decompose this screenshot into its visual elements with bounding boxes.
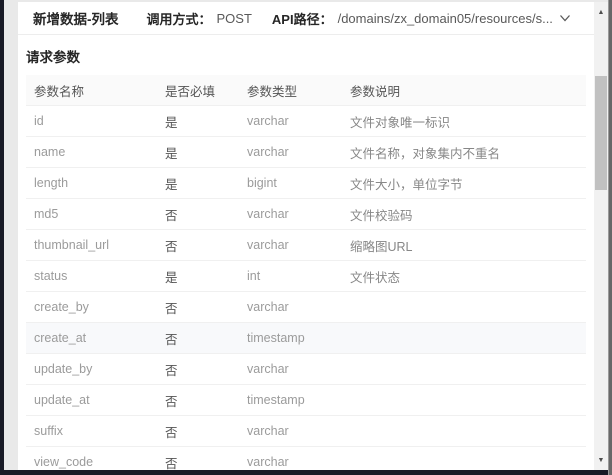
table-row: create_by 否 varchar [26,292,586,323]
cell-param-name: md5 [26,199,157,230]
cell-required: 是 [157,106,239,137]
call-method-label: 调用方式： [147,9,212,28]
table-row: create_at 否 timestamp [26,323,586,354]
cell-param-name: id [26,106,157,137]
cell-type: bigint [239,168,342,199]
cell-required: 否 [157,199,239,230]
window-edge-bottom [0,470,612,475]
cell-required: 是 [157,137,239,168]
cell-param-name: update_at [26,385,157,416]
col-header-required: 是否必填 [157,75,239,106]
table-row: id 是 varchar 文件对象唯一标识 [26,106,586,137]
cell-required: 是 [157,261,239,292]
col-header-desc: 参数说明 [342,75,586,106]
table-row: update_by 否 varchar [26,354,586,385]
table-row: suffix 否 varchar [26,416,586,447]
cell-param-name: create_by [26,292,157,323]
cell-description [342,385,586,416]
api-section-header[interactable]: 新增数据-列表 调用方式： POST API路径： /domains/zx_do… [18,2,594,35]
cell-description [342,323,586,354]
cell-description: 文件对象唯一标识 [342,106,586,137]
col-header-type: 参数类型 [239,75,342,106]
cell-type: int [239,261,342,292]
cell-param-name: create_at [26,323,157,354]
cell-description: 文件大小，单位字节 [342,168,586,199]
cell-description [342,354,586,385]
cell-param-name: name [26,137,157,168]
cell-required: 否 [157,230,239,261]
cell-param-name: length [26,168,157,199]
table-row: md5 否 varchar 文件校验码 [26,199,586,230]
cell-type: varchar [239,230,342,261]
cell-param-name: update_by [26,354,157,385]
request-params-section: 请求参数 参数名称 是否必填 参数类型 参数说明 id 是 varchar 文件… [18,35,594,470]
cell-type: varchar [239,199,342,230]
table-row: update_at 否 timestamp [26,385,586,416]
cell-type: timestamp [239,323,342,354]
api-path-label: API路径： [272,9,333,28]
cell-description: 文件校验码 [342,199,586,230]
cell-type: timestamp [239,385,342,416]
cell-required: 否 [157,385,239,416]
cell-description [342,292,586,323]
table-row: status 是 int 文件状态 [26,261,586,292]
api-doc-panel: 新增数据-列表 调用方式： POST API路径： /domains/zx_do… [18,2,594,470]
chevron-down-icon[interactable] [558,12,572,24]
col-header-name: 参数名称 [26,75,157,106]
cell-required: 否 [157,323,239,354]
cell-type: varchar [239,354,342,385]
cell-type: varchar [239,416,342,447]
cell-param-name: view_code [26,447,157,471]
cell-description: 缩略图URL [342,230,586,261]
table-row: view_code 否 varchar [26,447,586,471]
section-title: 请求参数 [26,46,586,66]
window-edge-left [0,0,4,475]
cell-type: varchar [239,106,342,137]
table-row: name 是 varchar 文件名称，对象集内不重名 [26,137,586,168]
cell-description: 文件状态 [342,261,586,292]
cell-type: varchar [239,137,342,168]
cell-param-name: thumbnail_url [26,230,157,261]
table-row: length 是 bigint 文件大小，单位字节 [26,168,586,199]
cell-required: 否 [157,447,239,471]
params-table: 参数名称 是否必填 参数类型 参数说明 id 是 varchar 文件对象唯一标… [26,75,586,470]
cell-description [342,416,586,447]
cell-param-name: suffix [26,416,157,447]
panel-scrollbar[interactable]: ▲ ▼ [594,2,608,470]
scroll-down-icon[interactable]: ▼ [594,453,608,467]
cell-required: 是 [157,168,239,199]
cell-param-name: status [26,261,157,292]
call-method: 调用方式： POST [147,9,252,28]
api-title: 新增数据-列表 [33,8,119,28]
outer-scrollbar[interactable] [608,0,612,475]
cell-description: 文件名称，对象集内不重名 [342,137,586,168]
table-header-row: 参数名称 是否必填 参数类型 参数说明 [26,75,586,106]
api-path: API路径： /domains/zx_domain05/resources/s.… [272,9,553,28]
cell-required: 否 [157,354,239,385]
table-row: thumbnail_url 否 varchar 缩略图URL [26,230,586,261]
cell-required: 否 [157,416,239,447]
scroll-up-icon[interactable]: ▲ [594,5,608,19]
call-method-value: POST [217,11,252,26]
api-path-value: /domains/zx_domain05/resources/s... [338,11,553,26]
cell-description [342,447,586,471]
scrollbar-thumb[interactable] [595,76,607,190]
cell-required: 否 [157,292,239,323]
cell-type: varchar [239,292,342,323]
cell-type: varchar [239,447,342,471]
